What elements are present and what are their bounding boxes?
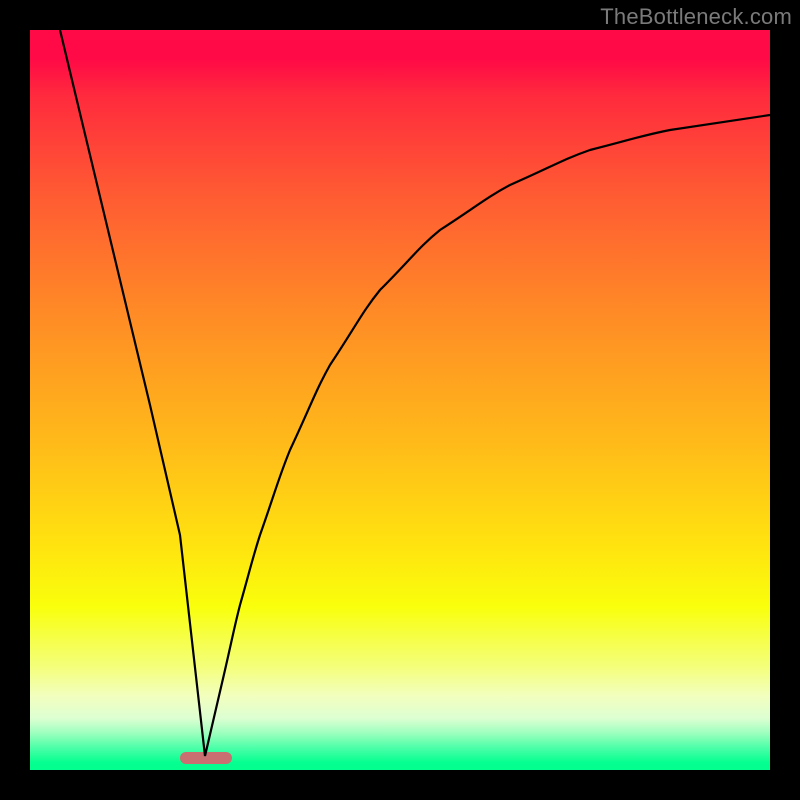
watermark-text: TheBottleneck.com xyxy=(600,4,792,30)
plot-area xyxy=(30,30,770,770)
bottleneck-curve xyxy=(30,30,770,770)
chart-frame: TheBottleneck.com xyxy=(0,0,800,800)
